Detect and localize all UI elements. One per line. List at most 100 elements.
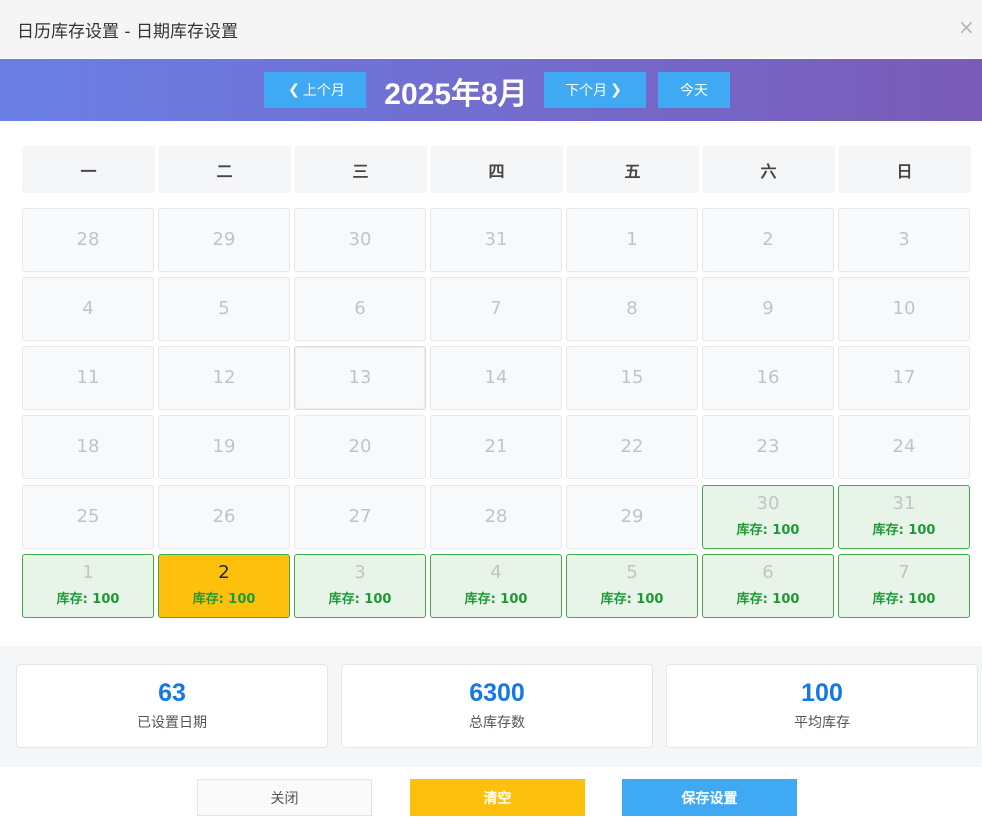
weekday-label: 二 [158,146,291,193]
calendar-day-cell[interactable]: 31 [430,208,562,272]
stat-value: 63 [158,679,186,707]
calendar-day-cell[interactable]: 2 [702,208,834,272]
day-number: 16 [756,367,780,388]
calendar-day-cell[interactable]: 4 [22,277,154,341]
stat-card-total-stock: 6300 总库存数 [341,664,653,748]
calendar-day-cell[interactable]: 8 [566,277,698,341]
stock-prefix: 库存: [872,523,909,538]
day-number: 31 [484,229,508,250]
stock-value: 100 [908,592,936,607]
calendar-day-cell[interactable]: 24 [838,415,970,479]
calendar-day-cell[interactable]: 11 [22,346,154,410]
calendar-day-cell[interactable]: 12 [158,346,290,410]
day-stock-label: 库存: 100 [873,519,936,538]
calendar-day-cell[interactable]: 9 [702,277,834,341]
calendar-day-cell[interactable]: 28 [430,485,562,549]
save-settings-button[interactable]: 保存设置 [622,779,797,816]
calendar-day-cell[interactable]: 30 库存: 100 [702,485,834,549]
day-number: 6 [762,562,774,583]
calendar-day-cell[interactable]: 21 [430,415,562,479]
prev-month-button[interactable]: ❮ 上个月 [264,72,366,108]
stock-prefix: 库存: [56,592,93,607]
calendar-day-cell[interactable]: 15 [566,346,698,410]
day-number: 2 [762,229,774,250]
calendar-day-cell[interactable]: 30 [294,208,426,272]
calendar-day-cell[interactable]: 6 库存: 100 [702,554,834,618]
calendar-day-cell[interactable]: 17 [838,346,970,410]
calendar-day-cell[interactable]: 27 [294,485,426,549]
day-number: 7 [898,562,910,583]
calendar-day-cell[interactable]: 1 库存: 100 [22,554,154,618]
calendar-day-cell[interactable]: 28 [22,208,154,272]
day-number: 4 [490,562,502,583]
calendar-day-cell[interactable]: 6 [294,277,426,341]
calendar-day-cell[interactable]: 19 [158,415,290,479]
day-stock-label: 库存: 100 [873,588,936,607]
day-number: 9 [762,298,774,319]
close-button[interactable]: 关闭 [197,779,372,816]
today-button[interactable]: 今天 [658,72,730,108]
stock-value: 100 [364,592,392,607]
day-number: 1 [626,229,638,250]
day-number: 31 [892,493,916,514]
calendar-day-cell[interactable]: 13 [294,346,426,410]
calendar-day-cell-selected[interactable]: 2 库存: 100 [158,554,290,618]
stock-value: 100 [500,592,528,607]
day-number: 1 [82,562,94,583]
calendar-day-cell[interactable]: 1 [566,208,698,272]
dialog-title: 日历库存设置 - 日期库存设置 [17,22,238,42]
calendar-day-cell[interactable]: 4 库存: 100 [430,554,562,618]
weekday-label: 四 [430,146,563,193]
day-stock-label: 库存: 100 [601,588,664,607]
stat-card-average-stock: 100 平均库存 [666,664,978,748]
calendar-day-cell[interactable]: 7 [430,277,562,341]
calendar-day-cell[interactable]: 20 [294,415,426,479]
calendar-day-cell[interactable]: 16 [702,346,834,410]
day-stock-label: 库存: 100 [465,588,528,607]
day-number: 5 [626,562,638,583]
stock-prefix: 库存: [464,592,501,607]
calendar-day-cell[interactable]: 23 [702,415,834,479]
day-number: 14 [484,367,508,388]
month-title: 2025年8月 [384,78,528,111]
stock-value: 100 [636,592,664,607]
weekday-label: 三 [294,146,427,193]
stat-label: 总库存数 [469,715,525,731]
stat-value: 100 [801,679,843,707]
calendar-day-cell[interactable]: 29 [566,485,698,549]
close-icon[interactable]: × [958,16,975,38]
calendar-day-cell[interactable]: 18 [22,415,154,479]
calendar-day-cell[interactable]: 22 [566,415,698,479]
day-number: 12 [212,367,236,388]
stock-prefix: 库存: [192,592,229,607]
calendar-day-cell[interactable]: 25 [22,485,154,549]
day-number: 26 [212,506,236,527]
stats-panel: 63 已设置日期 6300 总库存数 100 平均库存 [0,646,982,767]
day-number: 28 [484,506,508,527]
stat-value: 6300 [469,679,525,707]
calendar-day-cell[interactable]: 3 库存: 100 [294,554,426,618]
next-month-button[interactable]: 下个月 ❯ [544,72,646,108]
calendar-day-cell[interactable]: 7 库存: 100 [838,554,970,618]
stat-label: 已设置日期 [137,715,207,731]
day-number: 11 [76,367,100,388]
day-number: 19 [212,436,236,457]
calendar-day-cell[interactable]: 5 库存: 100 [566,554,698,618]
stock-value: 100 [772,523,800,538]
day-number: 7 [490,298,502,319]
day-number: 17 [892,367,916,388]
calendar-day-cell[interactable]: 14 [430,346,562,410]
stat-label: 平均库存 [794,715,850,731]
calendar-day-cell[interactable]: 3 [838,208,970,272]
calendar-day-cell[interactable]: 31 库存: 100 [838,485,970,549]
calendar-day-cell[interactable]: 10 [838,277,970,341]
day-number: 24 [892,436,916,457]
day-number: 29 [212,229,236,250]
day-number: 27 [348,506,372,527]
clear-button[interactable]: 清空 [410,779,585,816]
calendar-day-cell[interactable]: 26 [158,485,290,549]
calendar-day-cell[interactable]: 5 [158,277,290,341]
dialog-titlebar: 日历库存设置 - 日期库存设置 × [0,0,982,58]
day-number: 6 [354,298,366,319]
calendar-day-cell[interactable]: 29 [158,208,290,272]
